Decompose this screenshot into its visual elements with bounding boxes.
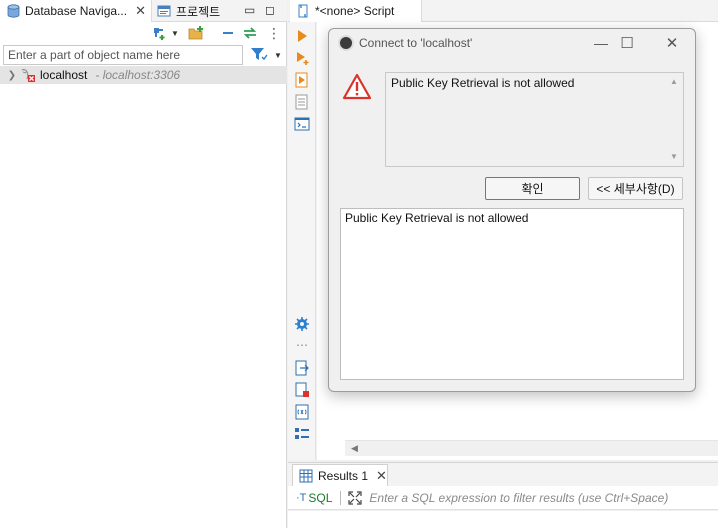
gear-icon[interactable] <box>294 316 310 332</box>
dbeaver-app-icon <box>338 35 354 51</box>
navigator-tab-bar: Database Naviga... ✕ 프로젝트 ▭ ◻ <box>0 0 287 22</box>
error-message: Public Key Retrieval is not allowed <box>391 76 575 90</box>
mysql-connection-error-icon <box>20 67 36 83</box>
tree-item-label: localhost <box>40 68 88 82</box>
chevron-right-icon[interactable]: ❯ <box>6 70 18 81</box>
execute-script-new-tab-icon[interactable] <box>294 94 310 110</box>
chevron-down-icon[interactable]: ▼ <box>170 25 180 41</box>
results-filter-input[interactable] <box>369 490 710 505</box>
ok-button[interactable]: 확인 <box>485 177 580 200</box>
scroll-up-icon[interactable]: ▲ <box>670 77 678 86</box>
maximize-button[interactable]: ☐ <box>617 33 637 53</box>
sql-script-icon <box>296 4 310 18</box>
editor-tab-bar: *<none> Script <box>288 0 718 22</box>
close-icon[interactable]: ✕ <box>376 468 387 484</box>
more-options-icon[interactable]: ⋮ <box>266 25 282 41</box>
execute-in-new-tab-icon[interactable] <box>294 50 310 66</box>
minimize-button[interactable]: — <box>591 33 611 53</box>
more-icon[interactable]: ⋯ <box>294 338 310 354</box>
database-navigator-panel: Database Naviga... ✕ 프로젝트 ▭ ◻ ▼ ⋮ Enter … <box>0 0 287 528</box>
execute-script-icon[interactable] <box>294 72 310 88</box>
editor-side-toolbar: ⋯ <box>288 22 316 460</box>
dialog-titlebar: Connect to 'localhost' — ☐ ✕ <box>329 29 695 57</box>
database-icon <box>6 4 20 18</box>
results-grid-area <box>288 511 718 528</box>
error-details-text: Public Key Retrieval is not allowed <box>345 211 529 225</box>
error-message-box: Public Key Retrieval is not allowed ▲ ▼ <box>385 72 684 167</box>
horizontal-scrollbar[interactable]: ◀ <box>345 440 718 456</box>
tree-item-localhost[interactable]: ❯ localhost - localhost:3306 <box>0 66 287 84</box>
details-toggle-button[interactable]: << 세부사항(D) <box>588 177 683 200</box>
document-error-icon[interactable] <box>294 382 310 398</box>
expand-icon[interactable] <box>347 490 363 506</box>
tab-projects-label: 프로젝트 <box>176 4 221 19</box>
tab-results-1[interactable]: Results 1 ✕ <box>292 464 388 487</box>
new-connection-icon[interactable] <box>151 25 167 41</box>
tab-projects[interactable]: 프로젝트 <box>153 0 233 22</box>
error-details-box[interactable]: Public Key Retrieval is not allowed <box>340 208 684 380</box>
sql-text-icon: ·T <box>296 491 307 504</box>
warning-icon <box>342 73 372 101</box>
close-icon[interactable]: ✕ <box>135 3 146 19</box>
maximize-icon[interactable]: ◻ <box>265 3 275 17</box>
toolbar-divider <box>340 490 342 505</box>
results-grid-icon <box>299 469 313 483</box>
terminal-icon[interactable] <box>294 116 310 132</box>
filter-icon <box>250 46 268 65</box>
new-folder-icon[interactable] <box>188 25 204 41</box>
sql-toggle-button[interactable]: ·T SQL <box>296 491 332 505</box>
chevron-down-icon[interactable]: ▼ <box>274 51 282 60</box>
sql-label: SQL <box>308 490 333 505</box>
tab-sql-script[interactable]: *<none> Script <box>290 0 422 22</box>
collapse-all-icon[interactable] <box>220 25 236 41</box>
link-with-editor-icon[interactable] <box>242 25 258 41</box>
close-button[interactable]: ✕ <box>662 33 682 53</box>
tab-database-navigator-label: Database Naviga... <box>25 4 128 18</box>
navigator-toolbar: ▼ ⋮ <box>0 22 287 44</box>
results-filter-bar: ·T SQL <box>288 486 718 510</box>
dialog-title: Connect to 'localhost' <box>359 36 473 50</box>
export-icon[interactable] <box>294 360 310 376</box>
tab-sql-script-label: *<none> Script <box>315 4 395 18</box>
object-filter-input[interactable] <box>3 45 243 65</box>
variables-icon[interactable] <box>294 404 310 420</box>
scroll-down-icon[interactable]: ▼ <box>670 152 678 161</box>
filter-dropdown-button[interactable]: ▼ <box>250 46 284 64</box>
execute-statement-icon[interactable] <box>294 28 310 44</box>
tab-database-navigator[interactable]: Database Naviga... ✕ <box>0 0 152 22</box>
scroll-left-icon[interactable]: ◀ <box>351 443 358 454</box>
results-tab-bar: Results 1 ✕ <box>288 462 718 487</box>
minimize-icon[interactable]: ▭ <box>244 3 255 17</box>
tab-results-label: Results 1 <box>318 469 369 483</box>
outline-icon[interactable] <box>294 426 310 442</box>
tree-item-host: - localhost:3306 <box>95 68 181 82</box>
connection-error-dialog: Connect to 'localhost' — ☐ ✕ Public Key … <box>328 28 696 392</box>
project-icon <box>157 4 171 18</box>
vertical-scrollbar[interactable]: ▲ ▼ <box>666 73 683 166</box>
